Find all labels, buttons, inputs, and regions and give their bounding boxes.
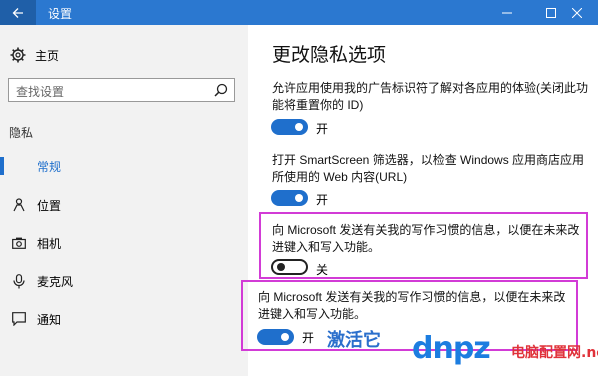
toggle-state-label: 开 (316, 122, 329, 136)
sidebar: 主页 查找设置 隐私 常规 位置 相机 麦克风 通知 (0, 25, 248, 376)
annotation-text: 激活它 (327, 330, 381, 351)
toggle-knob (295, 123, 303, 131)
sidebar-item-label: 通知 (37, 313, 62, 327)
advertising-id-toggle[interactable] (271, 119, 308, 135)
notification-icon (11, 311, 27, 327)
maximize-icon (546, 7, 556, 18)
search-placeholder: 查找设置 (16, 85, 65, 99)
microphone-icon (11, 273, 27, 289)
home-nav-item[interactable]: 主页 (10, 46, 59, 64)
title-bar: 设置 (0, 0, 598, 25)
watermark-badge-text: 电脑配置网 (511, 345, 581, 361)
close-icon (572, 7, 582, 18)
watermark-logo: dnpz 电脑配置网.net (412, 331, 598, 371)
home-label: 主页 (35, 48, 60, 63)
search-icon[interactable] (214, 83, 228, 97)
search-input[interactable]: 查找设置 (8, 78, 235, 102)
sidebar-item-location[interactable]: 位置 (0, 192, 248, 218)
location-person-icon (11, 197, 27, 213)
close-button[interactable] (556, 0, 598, 25)
sidebar-item-label: 位置 (37, 199, 62, 213)
setting-description: 打开 SmartScreen 筛选器，以检查 Windows 应用商店应用所使用… (272, 153, 585, 184)
watermark-badge: 电脑配置网.net (511, 342, 598, 362)
window-title: 设置 (48, 7, 73, 21)
setting-description: 允许应用使用我的广告标识符了解对各应用的体验(关闭此功能将重置你的 ID) (272, 81, 588, 112)
sidebar-item-label: 麦克风 (37, 275, 74, 289)
watermark-logo-text: dnpz (412, 331, 491, 366)
page-title: 更改隐私选项 (272, 45, 387, 66)
smartscreen-toggle[interactable] (271, 190, 308, 206)
back-button[interactable] (0, 0, 36, 25)
lock-icon (11, 158, 27, 174)
toggle-knob (295, 194, 303, 202)
camera-icon (11, 235, 27, 251)
sidebar-item-general[interactable]: 常规 (0, 153, 248, 179)
gear-icon (10, 47, 26, 63)
minimize-button[interactable] (484, 0, 530, 25)
back-arrow-icon (12, 7, 23, 18)
sidebar-item-microphone[interactable]: 麦克风 (0, 268, 248, 294)
section-label-privacy: 隐私 (9, 126, 34, 140)
sidebar-item-label: 相机 (37, 237, 62, 251)
sidebar-item-label: 常规 (37, 160, 62, 174)
minimize-icon (502, 12, 512, 13)
toggle-state-label: 开 (316, 193, 329, 207)
sidebar-item-notifications[interactable]: 通知 (0, 306, 248, 332)
sidebar-item-camera[interactable]: 相机 (0, 230, 248, 256)
highlight-box-on (241, 280, 578, 351)
watermark-domain: .net (581, 345, 598, 361)
highlight-box-off (259, 212, 588, 279)
